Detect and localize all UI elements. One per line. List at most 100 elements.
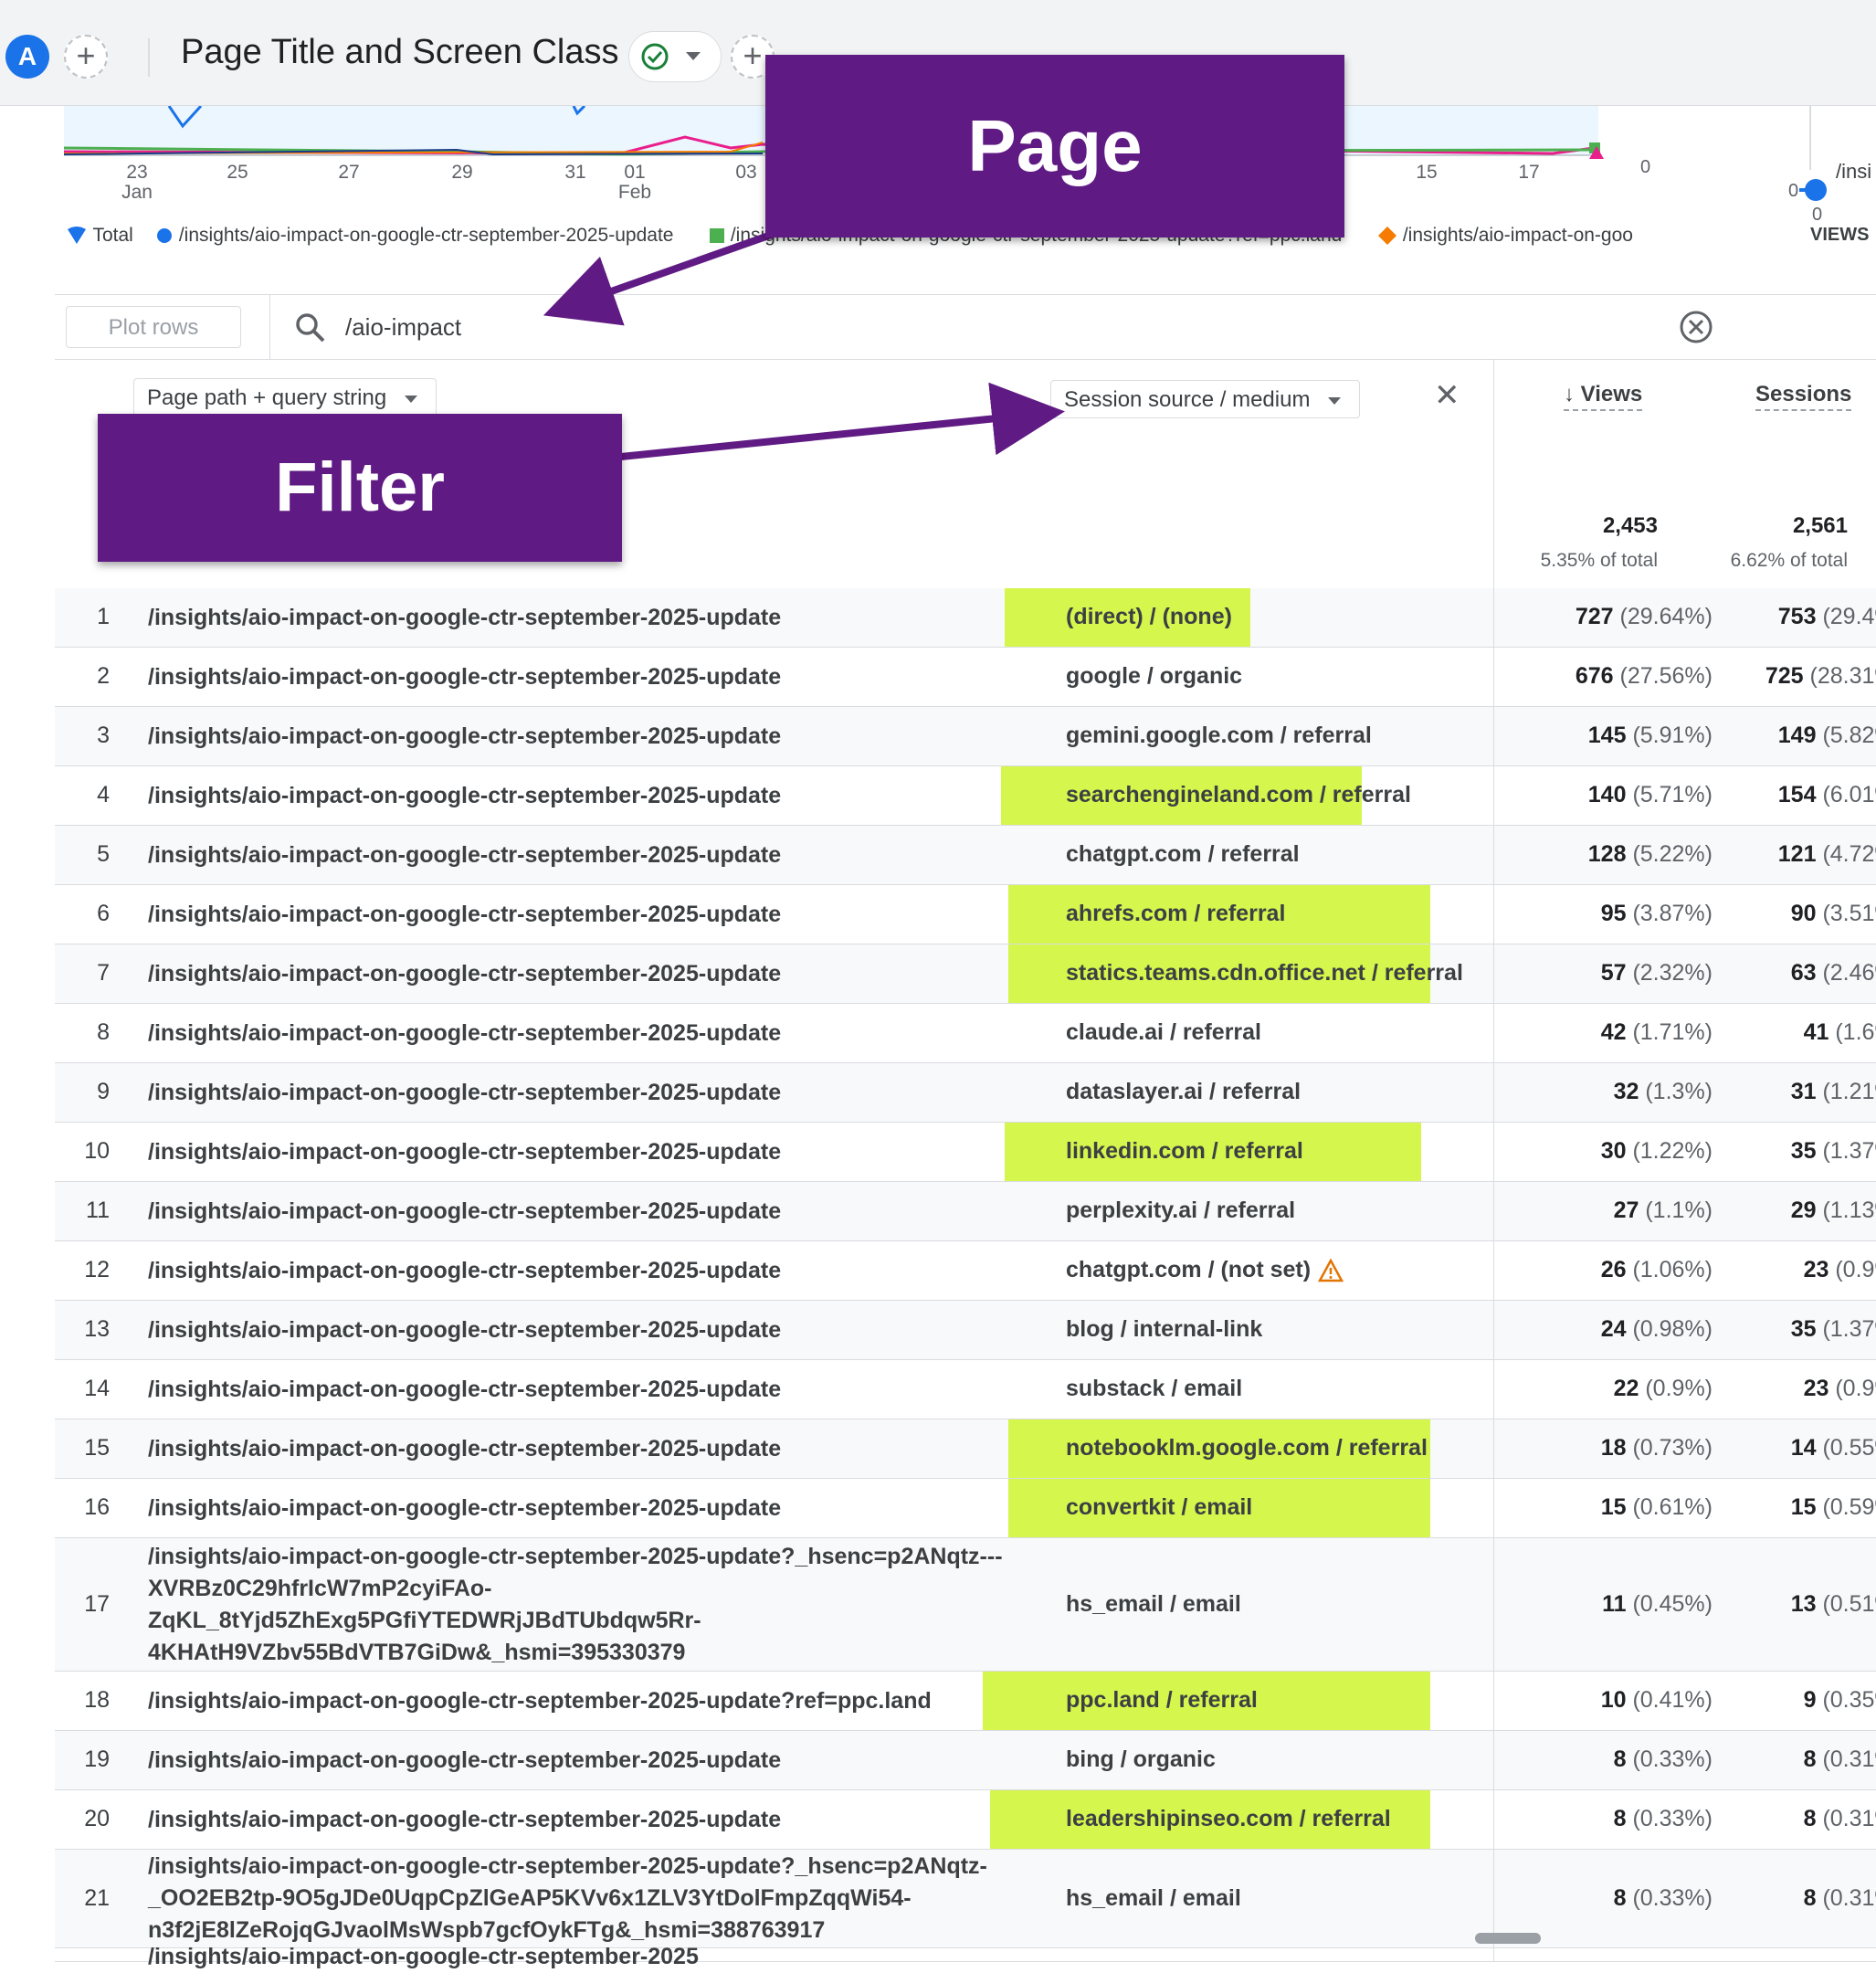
sessions-cell: 35 (1.37%)	[1713, 1316, 1876, 1343]
page-path-cell: /insights/aio-impact-on-google-ctr-septe…	[148, 723, 782, 749]
page-path-cell: /insights/aio-impact-on-google-ctr-septe…	[148, 1376, 782, 1402]
page-path-cell: /insights/aio-impact-on-google-ctr-septe…	[148, 1019, 782, 1046]
table-row[interactable]: 1/insights/aio-impact-on-google-ctr-sept…	[55, 588, 1876, 648]
views-percent: (5.71%)	[1632, 782, 1713, 807]
source-medium-cell: (direct) / (none)	[1066, 604, 1232, 630]
table-row[interactable]: 7/insights/aio-impact-on-google-ctr-sept…	[55, 944, 1876, 1004]
sessions-percent: (0.31%)	[1822, 1746, 1876, 1772]
clear-search-icon[interactable]	[1679, 310, 1713, 344]
horizontal-scrollbar[interactable]	[1475, 1933, 1541, 1944]
sessions-cell: 9 (0.35%)	[1713, 1687, 1876, 1714]
views-column-header[interactable]: ↓ Views	[1564, 382, 1643, 411]
search-input[interactable]: /aio-impact	[345, 313, 461, 342]
sessions-percent: (0.31%)	[1822, 1806, 1876, 1831]
table-row[interactable]: 10/insights/aio-impact-on-google-ctr-sep…	[55, 1123, 1876, 1182]
source-medium-text: dataslayer.ai / referral	[1066, 1079, 1302, 1104]
page-path-cell: /insights/aio-impact-on-google-ctr-septe…	[148, 1198, 782, 1224]
source-medium-cell: searchengineland.com / referral	[1066, 782, 1411, 808]
y-axis-zero: 0	[1640, 157, 1651, 177]
legend-item-s3[interactable]: /insights/aio-impact-on-goo	[1377, 225, 1653, 247]
views-percent: (0.33%)	[1632, 1746, 1713, 1772]
views-percent: (1.06%)	[1632, 1257, 1713, 1282]
table-row[interactable]: 6/insights/aio-impact-on-google-ctr-sept…	[55, 885, 1876, 944]
views-cell: 30 (1.22%)	[1493, 1138, 1713, 1165]
table-row[interactable]: 19/insights/aio-impact-on-google-ctr-sep…	[55, 1731, 1876, 1790]
views-percent: (0.73%)	[1632, 1435, 1713, 1461]
row-index: 11	[86, 1198, 110, 1223]
table-row[interactable]: 15/insights/aio-impact-on-google-ctr-sep…	[55, 1419, 1876, 1479]
table-row[interactable]: 12/insights/aio-impact-on-google-ctr-sep…	[55, 1241, 1876, 1301]
row-index: 14	[84, 1376, 110, 1401]
source-medium-text: convertkit / email	[1066, 1494, 1253, 1520]
table-row[interactable]: 3/insights/aio-impact-on-google-ctr-sept…	[55, 707, 1876, 766]
table-row[interactable]: 20/insights/aio-impact-on-google-ctr-sep…	[55, 1790, 1876, 1850]
row-index: 15	[84, 1435, 110, 1461]
sessions-value: 23	[1803, 1376, 1829, 1401]
dimension-dropdown-secondary[interactable]: Session source / medium	[1050, 380, 1361, 418]
table-row[interactable]: /insights/aio-impact-on-google-ctr-septe…	[55, 1944, 1876, 1969]
comparison-avatar[interactable]: A	[5, 35, 49, 79]
page-callout: Page	[765, 55, 1344, 237]
table-row[interactable]: 13/insights/aio-impact-on-google-ctr-sep…	[55, 1301, 1876, 1360]
table-row[interactable]: 17/insights/aio-impact-on-google-ctr-sep…	[55, 1538, 1876, 1672]
sessions-percent: (29.4%)	[1822, 604, 1876, 629]
table-row[interactable]: 4/insights/aio-impact-on-google-ctr-sept…	[55, 766, 1876, 826]
plot-rows-button[interactable]: Plot rows	[66, 306, 241, 348]
row-index: 7	[97, 960, 110, 986]
views-value: 42	[1600, 1019, 1627, 1045]
source-medium-text: perplexity.ai / referral	[1066, 1198, 1296, 1223]
table-row[interactable]: 11/insights/aio-impact-on-google-ctr-sep…	[55, 1182, 1876, 1241]
views-cell: 42 (1.71%)	[1493, 1019, 1713, 1046]
table-row[interactable]: 18/insights/aio-impact-on-google-ctr-sep…	[55, 1672, 1876, 1731]
sessions-value: 41	[1803, 1019, 1829, 1045]
source-medium-cell: google / organic	[1066, 663, 1242, 690]
source-medium-cell: gemini.google.com / referral	[1066, 723, 1372, 749]
total-views: 2,453	[1602, 513, 1658, 538]
legend-item-s1[interactable]: /insights/aio-impact-on-google-ctr-septe…	[155, 225, 673, 247]
table-row[interactable]: 2/insights/aio-impact-on-google-ctr-sept…	[55, 648, 1876, 707]
source-medium-cell: hs_email / email	[1066, 1885, 1241, 1912]
table-row[interactable]: 21/insights/aio-impact-on-google-ctr-sep…	[55, 1850, 1876, 1948]
dimension-dropdown-primary[interactable]: Page path + query string	[133, 378, 437, 417]
comparison-status-dropdown[interactable]	[628, 31, 722, 82]
table-row[interactable]: 5/insights/aio-impact-on-google-ctr-sept…	[55, 826, 1876, 885]
row-index: 10	[84, 1138, 110, 1164]
views-value: 128	[1587, 841, 1627, 867]
row-index: 5	[97, 841, 110, 867]
sessions-percent: (0.59%)	[1822, 1494, 1876, 1520]
page-path-cell: /insights/aio-impact-on-google-ctr-septe…	[148, 1435, 782, 1461]
sessions-column-header[interactable]: Sessions	[1755, 382, 1852, 411]
page-path-cell: /insights/aio-impact-on-google-ctr-septe…	[148, 1687, 932, 1714]
remove-dimension-icon[interactable]: ✕	[1434, 380, 1460, 411]
sessions-percent: (1.37%)	[1822, 1316, 1876, 1342]
right-panel-zero: 0	[1812, 205, 1823, 225]
square-marker-icon	[710, 228, 724, 244]
table-row[interactable]: 14/insights/aio-impact-on-google-ctr-sep…	[55, 1360, 1876, 1419]
source-medium-text: ppc.land / referral	[1066, 1687, 1258, 1713]
chevron-down-icon	[1328, 397, 1342, 405]
source-medium-text: bing / organic	[1066, 1746, 1216, 1772]
views-cell: 22 (0.9%)	[1493, 1376, 1713, 1402]
warning-icon[interactable]	[1318, 1259, 1344, 1282]
total-views-pct: 5.35% of total	[1540, 550, 1658, 571]
sessions-cell: 725 (28.31%)	[1713, 663, 1876, 690]
x-tick: 17	[1518, 162, 1540, 183]
x-tick: 29	[451, 162, 473, 183]
source-medium-cell: convertkit / email	[1066, 1494, 1252, 1521]
source-medium-cell: chatgpt.com / referral	[1066, 841, 1300, 868]
divider	[148, 38, 150, 77]
legend-item-total[interactable]: Total	[66, 225, 133, 247]
views-value: 11	[1602, 1590, 1627, 1617]
table-row[interactable]: 8/insights/aio-impact-on-google-ctr-sept…	[55, 1004, 1876, 1063]
x-tick: 01 Feb	[617, 162, 652, 203]
sessions-value: 9	[1803, 1687, 1817, 1713]
sessions-percent: (5.82%)	[1822, 723, 1876, 748]
views-cell: 24 (0.98%)	[1493, 1316, 1713, 1343]
table-row[interactable]: 9/insights/aio-impact-on-google-ctr-sept…	[55, 1063, 1876, 1123]
table-row[interactable]: 16/insights/aio-impact-on-google-ctr-sep…	[55, 1479, 1876, 1538]
source-medium-text: google / organic	[1066, 663, 1243, 689]
sessions-percent: (1.13%)	[1822, 1198, 1876, 1223]
add-comparison-icon[interactable]: +	[64, 35, 108, 79]
source-medium-text: gemini.google.com / referral	[1066, 723, 1372, 748]
sessions-cell: 15 (0.59%)	[1713, 1494, 1876, 1521]
